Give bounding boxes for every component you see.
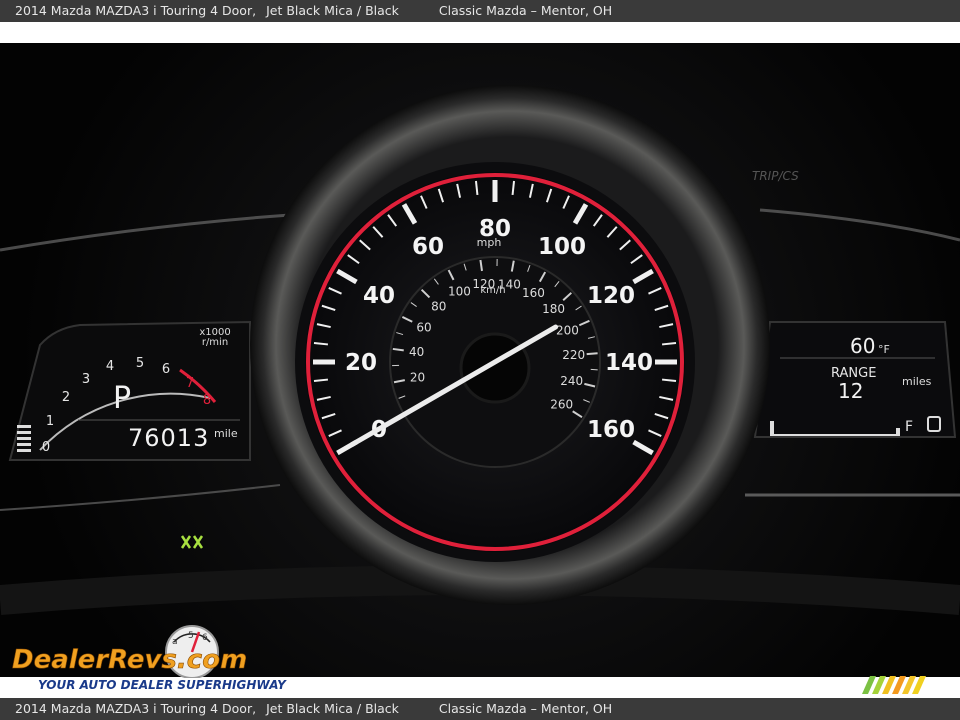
kmh-tick-label: 180 — [542, 302, 565, 316]
trip-label: TRIP/CS — [752, 169, 799, 183]
range-value: 12 — [838, 379, 863, 403]
cluster-svg: 0 1 2 3 4 5 6 7 8 x1000 r/min P 76013 mi… — [0, 43, 960, 677]
mph-tick-label: 100 — [538, 234, 586, 260]
mph-tick-label: 40 — [363, 283, 395, 309]
kmh-tick-label: 60 — [416, 320, 431, 334]
instrument-cluster-photo: 0 1 2 3 4 5 6 7 8 x1000 r/min P 76013 mi… — [0, 43, 960, 677]
tach-unit-bottom: r/min — [202, 337, 228, 348]
kmh-tick-label: 220 — [562, 348, 585, 362]
caption-dealer: Classic Mazda – Mentor, OH — [438, 3, 613, 18]
tach-tick-label: 1 — [46, 414, 54, 429]
mph-tick-label: 60 — [412, 234, 444, 260]
tach-tick-label: 3 — [82, 372, 90, 387]
temperature-unit: °F — [878, 343, 890, 356]
watermark-brand: DealerRevs.com — [12, 645, 247, 675]
speedometer: 020406080100120140160 204060801001201401… — [250, 85, 770, 605]
watermark-tagline: YOUR AUTO DEALER SUPERHIGHWAY — [38, 678, 286, 692]
tach-tick-label: 8 — [203, 393, 211, 408]
kmh-tick-label: 100 — [448, 284, 471, 298]
kmh-tick-label: 240 — [560, 374, 583, 388]
dealerrevs-logo: a 5 6 DealerRevs.com — [12, 625, 247, 678]
caption-color: Jet Black Mica / Black — [266, 3, 399, 18]
caption-bar-bottom: 2014 Mazda MAZDA3 i Touring 4 Door, Jet … — [0, 698, 960, 720]
tach-tick-label: 0 — [42, 440, 50, 455]
mph-unit-label: mph — [477, 236, 502, 249]
mph-tick-label: 20 — [345, 350, 377, 376]
kmh-tick-label: 160 — [522, 286, 545, 300]
kmh-tick-label: 20 — [410, 371, 425, 385]
svg-text:5: 5 — [188, 631, 194, 641]
svg-text:6: 6 — [202, 633, 208, 643]
caption-title: 2014 Mazda MAZDA3 i Touring 4 Door, — [15, 3, 257, 18]
tach-tick-label: 6 — [162, 362, 170, 377]
kmh-unit-label: km/h — [480, 285, 505, 296]
tach-tick-label: 5 — [136, 356, 144, 371]
kmh-tick — [586, 352, 598, 356]
top-white-strip — [0, 22, 960, 43]
caption-bar-top: 2014 Mazda MAZDA3 i Touring 4 Door, Jet … — [0, 0, 960, 22]
kmh-tick-label: 80 — [431, 300, 446, 314]
kmh-tick-label: 200 — [556, 323, 579, 337]
tach-tick-label: 7 — [186, 376, 194, 391]
gear-indicator: P — [113, 381, 131, 416]
odometer-unit: mile — [214, 427, 238, 440]
mph-tick-label: 140 — [605, 350, 653, 376]
caption-title: 2014 Mazda MAZDA3 i Touring 4 Door, — [15, 701, 257, 716]
tach-tick-label: 4 — [106, 359, 114, 374]
temperature-value: 60 — [850, 334, 875, 358]
caption-dealer: Classic Mazda – Mentor, OH — [438, 701, 613, 716]
caption-color: Jet Black Mica / Black — [266, 701, 399, 716]
watermark-stripes — [862, 676, 926, 694]
kmh-tick-label: 260 — [550, 397, 573, 411]
fuel-full-label: F — [905, 419, 913, 435]
kmh-tick — [392, 347, 404, 352]
kmh-tick-label: 40 — [409, 345, 424, 359]
kmh-tick — [590, 368, 598, 371]
tach-tick-label: 2 — [62, 390, 70, 405]
odometer-value: 76013 — [128, 424, 209, 452]
range-unit: miles — [902, 375, 932, 388]
mph-tick-label: 120 — [587, 283, 635, 309]
mph-tick-label: 160 — [587, 417, 635, 443]
